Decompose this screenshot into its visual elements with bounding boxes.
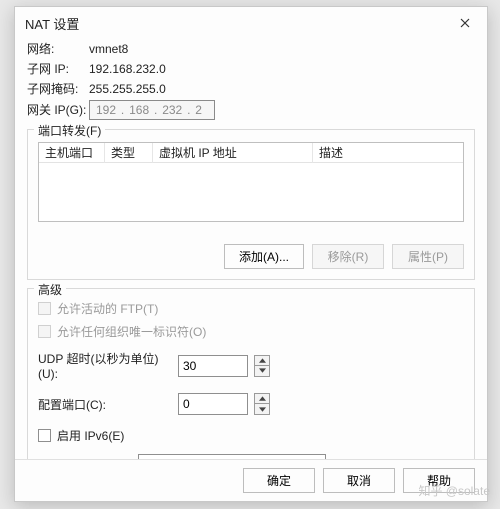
allow-active-ftp-checkbox[interactable]	[38, 302, 51, 315]
gateway-octet-1: 168	[129, 101, 149, 119]
config-port-label: 配置端口(C):	[38, 396, 168, 413]
udp-timeout-up[interactable]	[254, 355, 270, 366]
advanced-group: 高级 允许活动的 FTP(T) 允许任何组织唯一标识符(O) UDP 超时(以秒…	[27, 288, 475, 459]
enable-ipv6-label: 启用 IPv6(E)	[57, 427, 124, 444]
subnet-mask-value: 255.255.255.0	[89, 80, 166, 98]
udp-timeout-row: UDP 超时(以秒为单位)(U):	[38, 347, 464, 384]
chevron-up-icon	[259, 396, 266, 401]
subnet-ip-row: 子网 IP: 192.168.232.0	[27, 59, 475, 79]
close-button[interactable]	[451, 13, 479, 33]
udp-timeout-input[interactable]	[178, 355, 248, 377]
gateway-row: 网关 IP(G): 192. 168. 232. 2	[27, 99, 475, 121]
col-vm-ip: 虚拟机 IP 地址	[153, 142, 313, 163]
port-fwd-buttons: 添加(A)... 移除(R) 属性(P)	[38, 244, 464, 269]
help-button[interactable]: 帮助	[403, 468, 475, 493]
enable-ipv6-row: 启用 IPv6(E)	[38, 424, 464, 447]
cancel-button[interactable]: 取消	[323, 468, 395, 493]
ok-button[interactable]: 确定	[243, 468, 315, 493]
gateway-octet-3: 2	[195, 101, 208, 119]
col-desc: 描述	[313, 142, 463, 163]
config-port-up[interactable]	[254, 393, 270, 404]
chevron-down-icon	[259, 407, 266, 412]
table-header: 主机端口 类型 虚拟机 IP 地址 描述	[39, 143, 463, 163]
dialog-footer: 确定 取消 帮助	[15, 459, 487, 501]
col-host-port: 主机端口	[39, 142, 105, 163]
chevron-up-icon	[259, 358, 266, 363]
advanced-legend: 高级	[34, 281, 66, 298]
config-port-input[interactable]	[178, 393, 248, 415]
port-forwarding-table[interactable]: 主机端口 类型 虚拟机 IP 地址 描述	[38, 142, 464, 222]
enable-ipv6-checkbox[interactable]	[38, 429, 51, 442]
allow-any-oui-checkbox[interactable]	[38, 325, 51, 338]
ipv6-prefix-label: IPv6 前缀(6):	[56, 457, 132, 460]
add-button[interactable]: 添加(A)...	[224, 244, 304, 269]
allow-any-oui-label: 允许任何组织唯一标识符(O)	[57, 323, 206, 340]
udp-timeout-label: UDP 超时(以秒为单位)(U):	[38, 350, 168, 381]
gateway-ip-field[interactable]: 192. 168. 232. 2	[89, 100, 215, 120]
config-port-row: 配置端口(C):	[38, 390, 464, 418]
allow-active-ftp-label: 允许活动的 FTP(T)	[57, 300, 158, 317]
nat-settings-dialog: NAT 设置 网络: vmnet8 子网 IP: 192.168.232.0 子…	[14, 6, 488, 502]
subnet-ip-value: 192.168.232.0	[89, 60, 166, 78]
ipv6-prefix-row: IPv6 前缀(6):	[56, 451, 464, 459]
subnet-mask-row: 子网掩码: 255.255.255.0	[27, 79, 475, 99]
close-icon	[460, 18, 470, 28]
config-port-down[interactable]	[254, 404, 270, 415]
network-row: 网络: vmnet8	[27, 39, 475, 59]
chevron-down-icon	[259, 368, 266, 373]
dialog-title: NAT 设置	[25, 14, 79, 33]
network-label: 网络:	[27, 40, 89, 58]
remove-button[interactable]: 移除(R)	[312, 244, 384, 269]
port-forwarding-group: 端口转发(F) 主机端口 类型 虚拟机 IP 地址 描述 添加(A)... 移除…	[27, 129, 475, 280]
gateway-octet-0: 192	[96, 101, 116, 119]
ipv6-prefix-input[interactable]	[138, 454, 326, 459]
gateway-label: 网关 IP(G):	[27, 101, 89, 119]
properties-button[interactable]: 属性(P)	[392, 244, 464, 269]
allow-any-oui-row: 允许任何组织唯一标识符(O)	[38, 320, 464, 343]
network-value: vmnet8	[89, 40, 128, 58]
subnet-mask-label: 子网掩码:	[27, 80, 89, 98]
udp-timeout-down[interactable]	[254, 366, 270, 377]
col-type: 类型	[105, 142, 153, 163]
allow-active-ftp-row: 允许活动的 FTP(T)	[38, 297, 464, 320]
subnet-ip-label: 子网 IP:	[27, 60, 89, 78]
port-forwarding-legend: 端口转发(F)	[34, 122, 105, 139]
gateway-octet-2: 232	[162, 101, 182, 119]
titlebar: NAT 设置	[15, 7, 487, 39]
